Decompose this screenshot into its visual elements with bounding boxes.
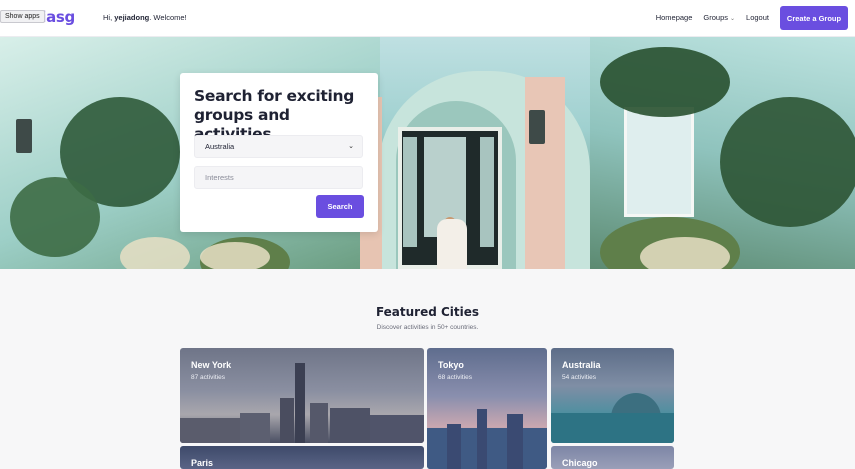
welcome-message: Hi, yejiadong. Welcome! bbox=[103, 13, 187, 22]
city-card-australia[interactable]: Australia 54 activities bbox=[551, 348, 674, 443]
greeting-prefix: Hi, bbox=[103, 13, 115, 22]
show-apps-tooltip: Show apps bbox=[0, 10, 45, 23]
top-navbar: sociasg Show apps Hi, yejiadong. Welcome… bbox=[0, 0, 855, 37]
city-card-paris[interactable]: Paris bbox=[180, 446, 424, 469]
hero-banner-image bbox=[0, 37, 855, 269]
nav-homepage-link[interactable]: Homepage bbox=[656, 13, 693, 22]
city-name: Chicago bbox=[562, 458, 598, 468]
city-activity-count: 54 activities bbox=[562, 374, 596, 381]
city-card-tokyo[interactable]: Tokyo 68 activities bbox=[427, 348, 547, 469]
city-activity-count: 68 activities bbox=[438, 374, 472, 381]
nav-groups-label: Groups bbox=[703, 13, 729, 22]
city-name: New York bbox=[191, 360, 232, 370]
username: yejiadong bbox=[114, 13, 150, 22]
nav-logout-link[interactable]: Logout bbox=[746, 13, 769, 22]
country-select[interactable]: Australia ⌄ bbox=[194, 135, 363, 158]
greeting-suffix: . Welcome! bbox=[149, 13, 187, 22]
city-name: Australia bbox=[562, 360, 601, 370]
chevron-down-icon: ⌄ bbox=[348, 143, 354, 150]
city-card-chicago[interactable]: Chicago bbox=[551, 446, 674, 469]
country-select-value: Australia bbox=[205, 142, 235, 151]
city-name: Paris bbox=[191, 458, 214, 468]
featured-cities-heading: Featured Cities bbox=[375, 305, 480, 319]
featured-cities-subtitle: Discover activities in 50+ countries. bbox=[376, 324, 479, 331]
nav-groups-dropdown[interactable]: Groups ⌄ bbox=[703, 13, 735, 22]
city-activity-count: 87 activities bbox=[191, 374, 225, 381]
interests-input[interactable]: Interests bbox=[194, 166, 363, 189]
chevron-down-icon: ⌄ bbox=[730, 16, 736, 22]
city-card-new-york[interactable]: New York 87 activities bbox=[180, 348, 424, 443]
nav-links: Homepage Groups ⌄ Logout bbox=[656, 13, 769, 22]
search-button[interactable]: Search bbox=[316, 195, 364, 218]
create-group-button[interactable]: Create a Group bbox=[780, 6, 848, 30]
city-name: Tokyo bbox=[438, 360, 464, 370]
search-card: Search for exciting groups and activitie… bbox=[180, 73, 378, 232]
